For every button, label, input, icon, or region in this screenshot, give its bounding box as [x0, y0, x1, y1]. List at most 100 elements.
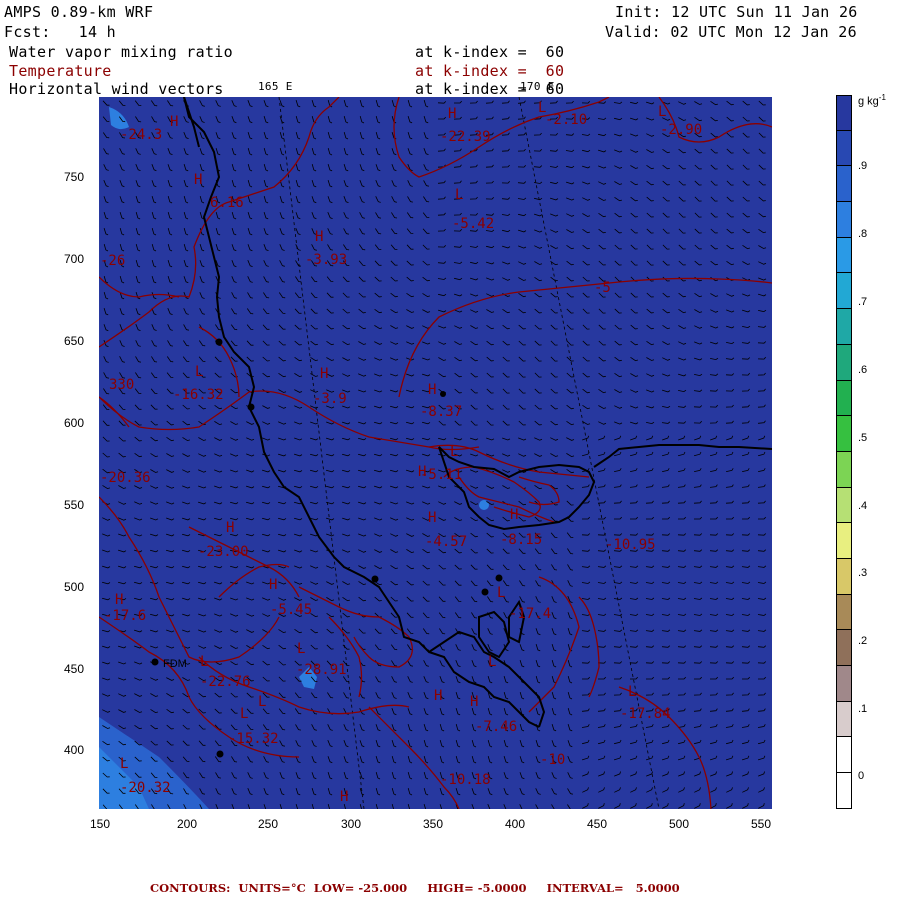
- colorbar-cell: [836, 416, 852, 452]
- temperature-label: -20.36: [100, 470, 151, 486]
- x-tick: 200: [177, 817, 198, 831]
- temperature-label: H: [340, 789, 348, 805]
- temperature-label: -16.32: [173, 387, 224, 403]
- lon-label-165: 165 E: [258, 80, 293, 93]
- colorbar-label: .4: [858, 500, 868, 512]
- colorbar-cell: [836, 737, 852, 774]
- colorbar-cell: [836, 273, 852, 310]
- temperature-label: -24.3: [120, 127, 162, 143]
- temperature-label: 330: [109, 377, 134, 393]
- colorbar-unit: g kg-1: [858, 93, 886, 108]
- temperature-label: -3.93: [305, 252, 347, 268]
- colorbar-cell: [836, 558, 852, 595]
- temperature-label: -3.9: [313, 391, 347, 407]
- x-tick: 450: [587, 817, 608, 831]
- temperature-label: L: [120, 756, 128, 772]
- colorbar-label: .7: [858, 296, 868, 308]
- colorbar-cell: [836, 594, 852, 631]
- y-tick: 600: [64, 416, 85, 430]
- init-time: Init: 12 UTC Sun 11 Jan 26: [615, 3, 858, 21]
- temperature-label: -17.4: [509, 606, 551, 622]
- temperature-label: -20.32: [120, 780, 171, 796]
- temperature-label: L: [658, 104, 666, 120]
- temperature-label: -5.42: [452, 216, 494, 232]
- colorbar-label: .6: [858, 364, 868, 376]
- colorbar-label: .9: [858, 160, 868, 172]
- field-water-vapor: Water vapor mixing ratio: [9, 43, 233, 61]
- field-temperature-level: at k-index = 60: [415, 62, 565, 80]
- temperature-label: -23.00: [198, 544, 249, 560]
- y-tick: 750: [64, 170, 85, 184]
- temperature-label: L: [258, 694, 266, 710]
- colorbar-cell: [836, 666, 852, 702]
- y-tick: 700: [64, 252, 85, 266]
- temperature-label: -15.32: [228, 731, 279, 747]
- temperature-label: -5.45: [270, 602, 312, 618]
- temperature-label: L: [455, 187, 463, 203]
- x-tick: 400: [505, 817, 526, 831]
- temperature-label: L: [450, 444, 458, 460]
- colorbar-label: .2: [858, 635, 868, 647]
- temperature-label: H: [510, 507, 518, 523]
- temperature-label: -17.6: [104, 608, 146, 624]
- temperature-label: H: [434, 688, 442, 704]
- temperature-label: L: [200, 654, 208, 670]
- colorbar-cell: [836, 487, 852, 524]
- colorbar-cell: [836, 237, 852, 274]
- colorbar-label: .5: [858, 432, 868, 444]
- y-tick: 650: [64, 334, 85, 348]
- temperature-label: L: [628, 684, 636, 700]
- temperature-label: -8.15: [500, 532, 542, 548]
- field-water-vapor-level: at k-index = 60: [415, 43, 565, 61]
- temperature-label: H: [194, 172, 202, 188]
- model-title: AMPS 0.89-km WRF: [4, 3, 154, 21]
- temperature-label: L: [195, 364, 203, 380]
- y-tick: 550: [64, 498, 85, 512]
- temperature-label: -17.84: [620, 706, 671, 722]
- temperature-label: -5.11: [420, 467, 462, 483]
- x-tick: 300: [341, 817, 362, 831]
- map-panel: H -24.3 H -22.39 L -2.10 L -2.90 H 6.16 L -5.42 H -3.…: [99, 97, 772, 809]
- temperature-label: H: [428, 382, 436, 398]
- colorbar-cell: [836, 523, 852, 559]
- x-tick: 550: [751, 817, 772, 831]
- temperature-label: H: [470, 694, 478, 710]
- temperature-label: H: [226, 520, 234, 536]
- temperature-label: -5: [594, 280, 611, 296]
- temperature-label: -22.76: [200, 674, 251, 690]
- station-label-fdm: FDM: [163, 658, 187, 670]
- temperature-label: -8.37: [420, 404, 462, 420]
- y-tick: 500: [64, 580, 85, 594]
- temperature-label: -10.18: [440, 772, 491, 788]
- temperature-label: H: [269, 577, 277, 593]
- colorbar-cell: [836, 630, 852, 666]
- colorbar-cell: [836, 166, 852, 203]
- colorbar: [836, 95, 852, 809]
- temperature-label: H: [428, 510, 436, 526]
- colorbar-cell: [836, 344, 852, 381]
- temperature-label: -2.10: [545, 112, 587, 128]
- x-tick: 250: [258, 817, 279, 831]
- temperature-label: -4.57: [425, 534, 467, 550]
- temperature-label: L: [240, 706, 248, 722]
- x-tick: 500: [669, 817, 690, 831]
- colorbar-cell: [836, 773, 852, 809]
- y-tick: 450: [64, 662, 85, 676]
- temperature-label: L: [488, 654, 496, 670]
- temperature-label: -26: [100, 253, 125, 269]
- temperature-label: -2.90: [660, 122, 702, 138]
- colorbar-label: .1: [858, 703, 868, 715]
- temperature-label: H: [448, 106, 456, 122]
- forecast-hour: Fcst: 14 h: [4, 23, 116, 41]
- colorbar-label: 0: [858, 770, 865, 782]
- colorbar-label: .3: [858, 567, 868, 579]
- temperature-label: H: [320, 366, 328, 382]
- temperature-label: 6.16: [210, 195, 244, 211]
- colorbar-cell: [836, 380, 852, 417]
- colorbar-cell: [836, 451, 852, 488]
- temperature-label: -10.95: [605, 537, 656, 553]
- temperature-label: -7.46: [475, 719, 517, 735]
- colorbar-cell: [836, 202, 852, 238]
- colorbar-cell: [836, 130, 852, 167]
- temperature-label: L: [497, 585, 505, 601]
